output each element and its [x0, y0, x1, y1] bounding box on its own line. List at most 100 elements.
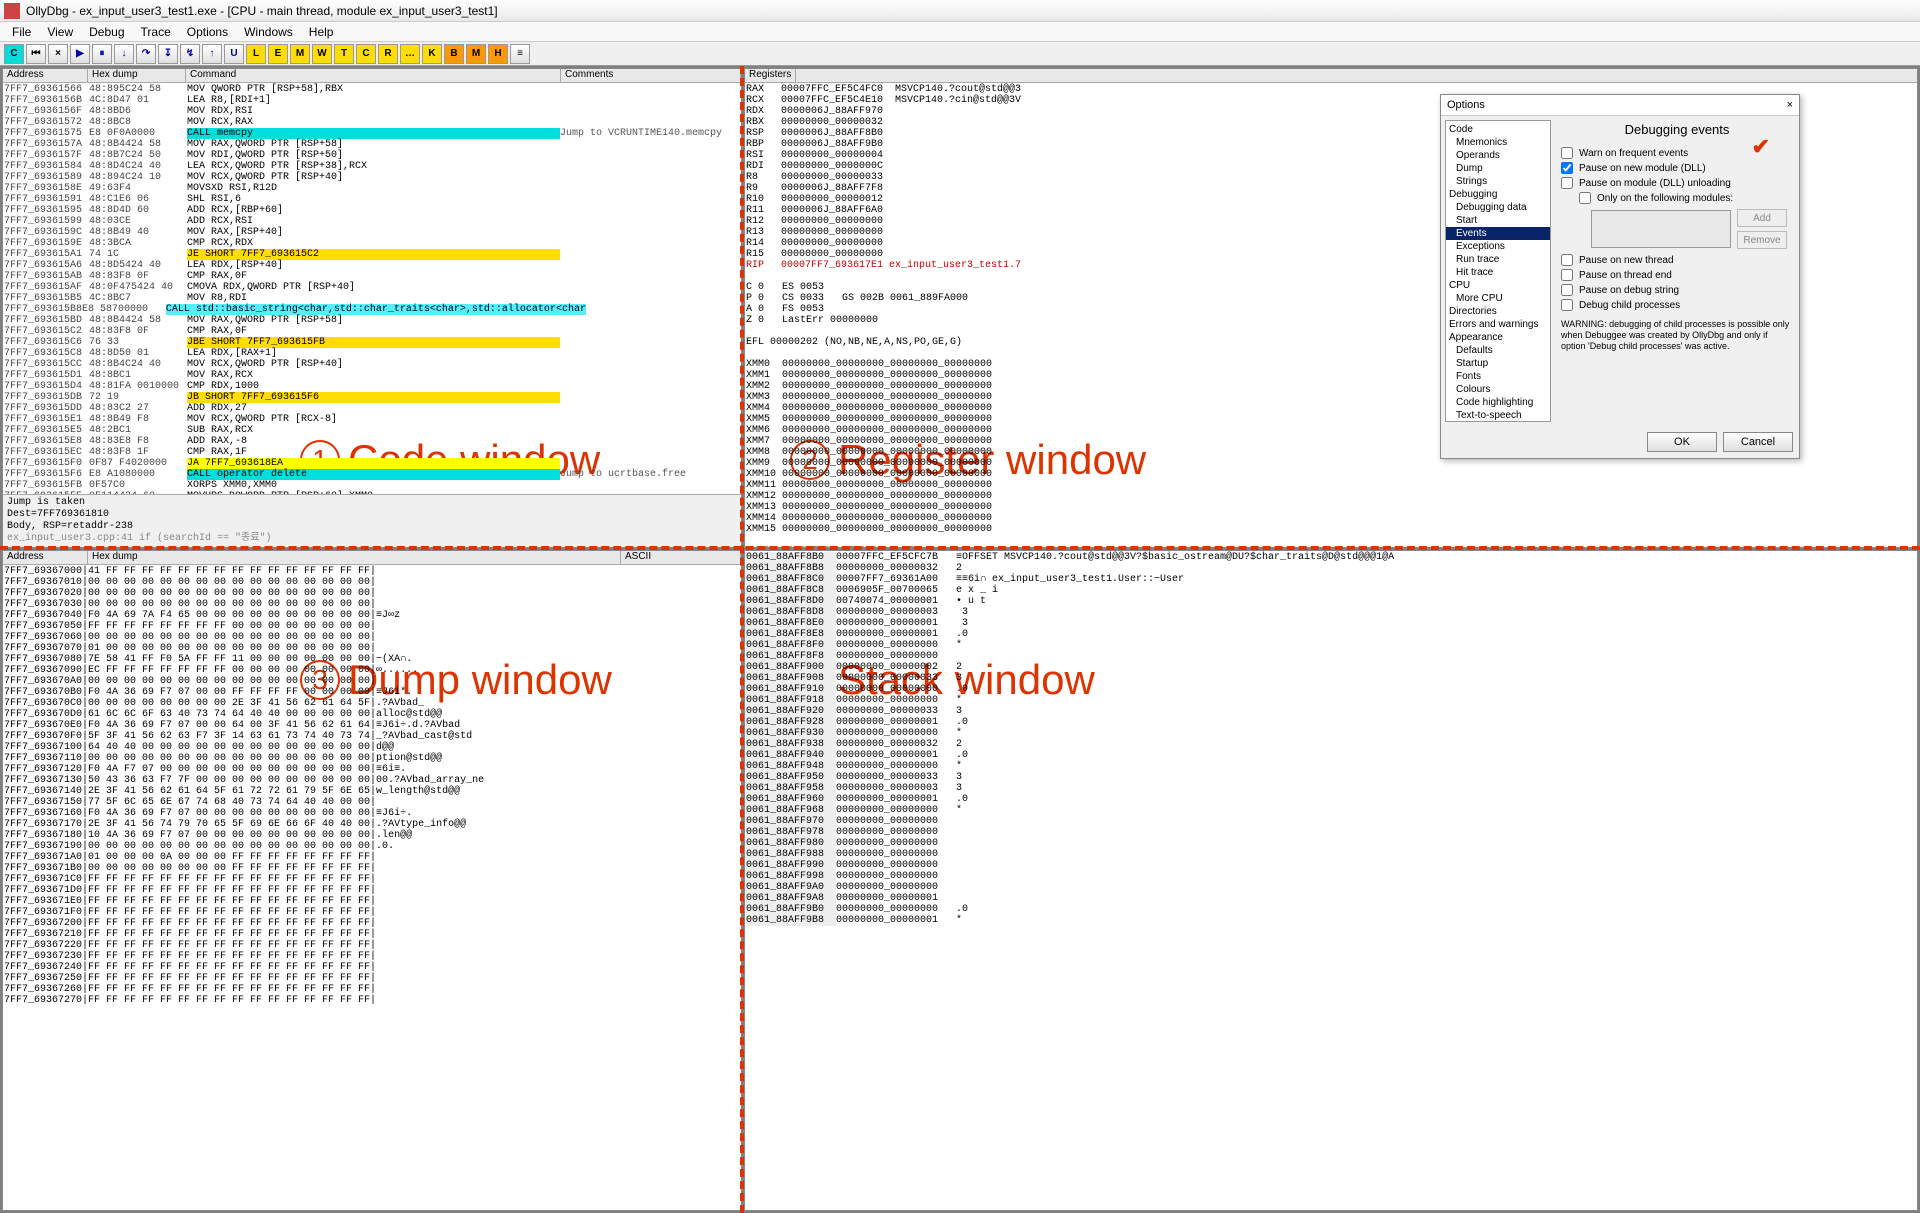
dump-row[interactable]: 7FF7_69367250|FF FF FF FF FF FF FF FF FF…	[4, 973, 740, 984]
code-row[interactable]: 7FF7_6936156B4C:8D47 01LEA R8,[RDI+1]	[4, 95, 740, 106]
dump-row[interactable]: 7FF7_69367200|FF FF FF FF FF FF FF FF FF…	[4, 918, 740, 929]
stack-row[interactable]: 0061_88AFF93000000000_00000000*	[746, 728, 1916, 739]
dump-row[interactable]: 7FF7_693671A0|01 00 00 00 0A 00 00 00 FF…	[4, 852, 740, 863]
dump-row[interactable]: 7FF7_69367080|7E 58 41 FF F0 5A FF FF 11…	[4, 654, 740, 665]
dump-row[interactable]: 7FF7_69367000|41 FF FF FF FF FF FF FF FF…	[4, 566, 740, 577]
code-row[interactable]: 7FF7_693615FB0F57C0XORPS XMM0,XMM0	[4, 480, 740, 491]
code-row[interactable]: 7FF7_693615A174 1CJE SHORT 7FF7_693615C2	[4, 249, 740, 260]
menu-windows[interactable]: Windows	[236, 23, 301, 41]
tbtn-tilret[interactable]: ↑	[202, 44, 222, 64]
tbtn-dots[interactable]: …	[400, 44, 420, 64]
tree-item-fonts[interactable]: Fonts	[1446, 370, 1550, 383]
code-row[interactable]: 7FF7_6936156648:895C24 58MOV QWORD PTR […	[4, 84, 740, 95]
tree-item-defaults[interactable]: Defaults	[1446, 344, 1550, 357]
dump-row[interactable]: 7FF7_69367040|F0 4A 69 7A F4 65 00 00 00…	[4, 610, 740, 621]
dump-row[interactable]: 7FF7_69367010|00 00 00 00 00 00 00 00 00…	[4, 577, 740, 588]
chk-pause-unload[interactable]: Pause on module (DLL) unloading	[1561, 177, 1793, 189]
dump-body[interactable]: 7FF7_69367000|41 FF FF FF FF FF FF FF FF…	[3, 565, 741, 1210]
stack-row[interactable]: 0061_88AFF8E000000000_00000001 3	[746, 618, 1916, 629]
menu-help[interactable]: Help	[301, 23, 342, 41]
stack-row[interactable]: 0061_88AFF8F800000000_00000000	[746, 651, 1916, 662]
dump-row[interactable]: 7FF7_693670C0|00 00 00 00 00 00 00 00 2E…	[4, 698, 740, 709]
tbtn-traceinto[interactable]: ↧	[158, 44, 178, 64]
menu-view[interactable]: View	[39, 23, 81, 41]
stack-row[interactable]: 0061_88AFF8D000740074_00000001• u t	[746, 596, 1916, 607]
code-row[interactable]: 7FF7_693615FE0F114424 60MOVUPS DQWORD PT…	[4, 491, 740, 494]
code-row[interactable]: 7FF7_693615C248:83F8 0FCMP RAX,0F	[4, 326, 740, 337]
dump-row[interactable]: 7FF7_693671D0|FF FF FF FF FF FF FF FF FF…	[4, 885, 740, 896]
chk-pause-new-thread[interactable]: Pause on new thread	[1561, 254, 1793, 266]
dump-row[interactable]: 7FF7_693670B0|F0 4A 36 69 F7 07 00 00 FF…	[4, 687, 740, 698]
stack-row[interactable]: 0061_88AFF93800000000_000000322	[746, 739, 1916, 750]
code-pane[interactable]: Address Hex dump Command Comments 7FF7_6…	[2, 68, 742, 548]
code-row[interactable]: 7FF7_6936157A48:8B4424 58MOV RAX,QWORD P…	[4, 139, 740, 150]
dump-row[interactable]: 7FF7_69367020|00 00 00 00 00 00 00 00 00…	[4, 588, 740, 599]
dump-row[interactable]: 7FF7_69367100|64 40 40 00 00 00 00 00 00…	[4, 742, 740, 753]
menu-trace[interactable]: Trace	[133, 23, 179, 41]
chk-only-following[interactable]: Only on the following modules:	[1579, 192, 1793, 204]
code-row[interactable]: 7FF7_6936157248:8BC8MOV RCX,RAX	[4, 117, 740, 128]
tree-item-directories[interactable]: Directories	[1446, 305, 1550, 318]
stack-row[interactable]: 0061_88AFF98800000000_00000000	[746, 849, 1916, 860]
dump-row[interactable]: 7FF7_69367170|2E 3F 41 56 74 79 70 65 5F…	[4, 819, 740, 830]
tree-item-colours[interactable]: Colours	[1446, 383, 1550, 396]
tbtn-reset[interactable]: ×	[48, 44, 68, 64]
stack-row[interactable]: 0061_88AFF96800000000_00000000*	[746, 805, 1916, 816]
stack-row[interactable]: 0061_88AFF97800000000_00000000	[746, 827, 1916, 838]
tree-item-errors-and-warnings[interactable]: Errors and warnings	[1446, 318, 1550, 331]
tree-item-hit-trace[interactable]: Hit trace	[1446, 266, 1550, 279]
code-row[interactable]: 7FF7_6936159948:03CEADD RCX,RSI	[4, 216, 740, 227]
tbtn-stepover[interactable]: ↷	[136, 44, 156, 64]
menu-file[interactable]: File	[4, 23, 39, 41]
dump-row[interactable]: 7FF7_69367150|77 5F 6C 65 6E 67 74 68 40…	[4, 797, 740, 808]
code-row[interactable]: 7FF7_693615C848:8D50 01LEA RDX,[RAX+1]	[4, 348, 740, 359]
chk-pause-debug-string[interactable]: Pause on debug string	[1561, 284, 1793, 296]
code-body[interactable]: 7FF7_6936156648:895C24 58MOV QWORD PTR […	[3, 83, 741, 494]
stack-body[interactable]: 0061_88AFF8B000007FFC_EF5CFC7B≡OFFSET MS…	[745, 551, 1917, 1210]
dump-row[interactable]: 7FF7_69367220|FF FF FF FF FF FF FF FF FF…	[4, 940, 740, 951]
tree-item-more-cpu[interactable]: More CPU	[1446, 292, 1550, 305]
stack-row[interactable]: 0061_88AFF90000000000_000000022	[746, 662, 1916, 673]
tbtn-rewind[interactable]: ⏮	[26, 44, 46, 64]
dump-pane[interactable]: Address Hex dump ASCII 7FF7_69367000|41 …	[2, 550, 742, 1211]
stack-row[interactable]: 0061_88AFF8C000007FF7_69361A00≡≡6i∩ ex_i…	[746, 574, 1916, 585]
menu-options[interactable]: Options	[179, 23, 236, 41]
code-row[interactable]: 7FF7_693615B8E8 58700000CALL std::basic_…	[4, 304, 740, 315]
dump-row[interactable]: 7FF7_69367060|00 00 00 00 00 00 00 00 00…	[4, 632, 740, 643]
stack-row[interactable]: 0061_88AFF92800000000_00000001.0	[746, 717, 1916, 728]
dump-row[interactable]: 7FF7_693670A0|00 00 00 00 00 00 00 00 00…	[4, 676, 740, 687]
tbtn-w[interactable]: W	[312, 44, 332, 64]
code-row[interactable]: 7FF7_6936159548:8D4D 60ADD RCX,[RBP+60]	[4, 205, 740, 216]
dump-row[interactable]: 7FF7_69367270|FF FF FF FF FF FF FF FF FF…	[4, 995, 740, 1006]
chk-debug-child[interactable]: Debug child processes	[1561, 299, 1793, 311]
dump-row[interactable]: 7FF7_693671B0|00 00 00 00 00 00 00 00 FF…	[4, 863, 740, 874]
module-listbox[interactable]	[1591, 210, 1731, 248]
tree-item-text-to-speech[interactable]: Text-to-speech	[1446, 409, 1550, 422]
dump-row[interactable]: 7FF7_69367120|F0 4A F7 07 00 00 00 00 00…	[4, 764, 740, 775]
code-row[interactable]: 7FF7_693615E148:8B49 F8MOV RCX,QWORD PTR…	[4, 414, 740, 425]
options-tree[interactable]: CodeMnemonicsOperandsDumpStringsDebuggin…	[1445, 120, 1551, 422]
code-row[interactable]: 7FF7_693615B54C:8BC7MOV R8,RDI	[4, 293, 740, 304]
code-row[interactable]: 7FF7_693615C676 33JBE SHORT 7FF7_693615F…	[4, 337, 740, 348]
tree-item-strings[interactable]: Strings	[1446, 175, 1550, 188]
dump-row[interactable]: 7FF7_69367230|FF FF FF FF FF FF FF FF FF…	[4, 951, 740, 962]
dump-row[interactable]: 7FF7_693670F0|5F 3F 41 56 62 63 F7 3F 14…	[4, 731, 740, 742]
stack-row[interactable]: 0061_88AFF8D800000000_00000003 3	[746, 607, 1916, 618]
dump-row[interactable]: 7FF7_693671C0|FF FF FF FF FF FF FF FF FF…	[4, 874, 740, 885]
chk-warn-frequent[interactable]: Warn on frequent events	[1561, 147, 1793, 159]
tree-item-exceptions[interactable]: Exceptions	[1446, 240, 1550, 253]
stack-row[interactable]: 0061_88AFF94000000000_00000001.0	[746, 750, 1916, 761]
tbtn-open[interactable]: C	[4, 44, 24, 64]
dump-row[interactable]: 7FF7_69367050|FF FF FF FF FF FF FF FF 00…	[4, 621, 740, 632]
stack-row[interactable]: 0061_88AFF97000000000_00000000	[746, 816, 1916, 827]
dump-row[interactable]: 7FF7_69367190|00 00 00 00 00 00 00 00 00…	[4, 841, 740, 852]
stack-row[interactable]: 0061_88AFF92000000000_000000333	[746, 706, 1916, 717]
code-row[interactable]: 7FF7_693615A648:8D5424 40LEA RDX,[RSP+40…	[4, 260, 740, 271]
dump-row[interactable]: 7FF7_693670E0|F0 4A 36 69 F7 07 00 00 64…	[4, 720, 740, 731]
stack-row[interactable]: 0061_88AFF94800000000_00000000*	[746, 761, 1916, 772]
tbtn-r[interactable]: R	[378, 44, 398, 64]
options-dialog[interactable]: Options × CodeMnemonicsOperandsDumpStrin…	[1440, 94, 1800, 459]
stack-row[interactable]: 0061_88AFF96000000000_00000001.0	[746, 794, 1916, 805]
stack-row[interactable]: 0061_88AFF90800000000_000000333	[746, 673, 1916, 684]
dialog-close-icon[interactable]: ×	[1787, 99, 1793, 111]
